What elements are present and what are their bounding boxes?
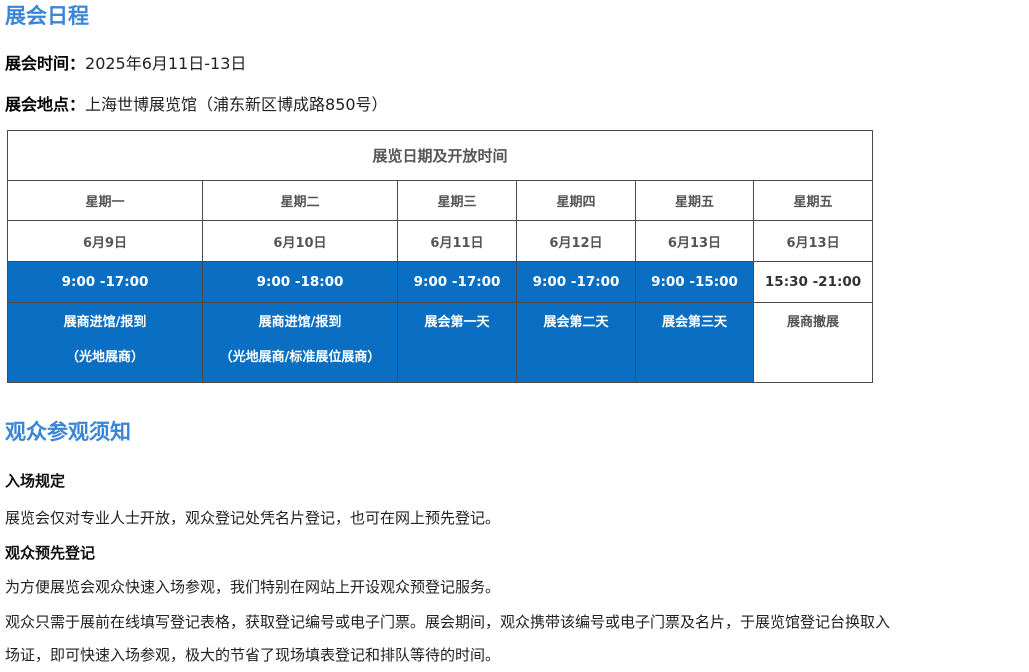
- schedule-table: 展览日期及开放时间 星期一 星期二 星期三 星期四 星期五 星期五 6月9日 6…: [6, 130, 874, 383]
- exhibition-time-value: 2025年6月11日-13日: [85, 54, 247, 73]
- time-cell: 9:00 -18:00: [202, 261, 398, 303]
- exhibition-venue-value: 上海世博展览馆（浦东新区博成路850号）: [85, 95, 388, 114]
- exhibition-venue: 展会地点：上海世博展览馆（浦东新区博成路850号）: [5, 97, 388, 114]
- day-cell: 星期五: [635, 180, 754, 221]
- notice-heading: 观众参观须知: [5, 420, 131, 444]
- date-cell: 6月11日: [397, 220, 517, 262]
- time-cell: 9:00 -17:00: [7, 261, 203, 303]
- preregistration-title: 观众预先登记: [5, 544, 96, 562]
- activity-cell: 展会第三天: [635, 302, 754, 383]
- entry-rules-title: 入场规定: [5, 472, 66, 490]
- day-cell: 星期二: [202, 180, 398, 221]
- date-cell: 6月12日: [516, 220, 636, 262]
- schedule-table-title: 展览日期及开放时间: [6, 130, 874, 181]
- activity-cell: 展商进馆/报到 （光地展商/标准展位展商）: [202, 302, 398, 383]
- activity-line: 展商撤展: [787, 315, 840, 330]
- date-cell: 6月13日: [752, 220, 874, 262]
- exhibition-venue-label: 展会地点：: [5, 95, 86, 114]
- date-cell: 6月9日: [7, 220, 203, 262]
- schedule-heading: 展会日程: [5, 4, 89, 28]
- activity-line: 展会第二天: [543, 315, 609, 330]
- preregistration-text: 为方便展览会观众快速入场参观，我们特别在网站上开设观众预登记服务。: [5, 578, 501, 596]
- activity-line: 展会第一天: [424, 315, 490, 330]
- time-cell: 9:00 -17:00: [397, 261, 517, 303]
- activity-cell: 展商进馆/报到 （光地展商）: [7, 302, 203, 383]
- activity-cell: 展会第二天: [516, 302, 636, 383]
- date-cell: 6月10日: [202, 220, 398, 262]
- exhibition-time-label: 展会时间：: [5, 54, 86, 73]
- activity-cell: 展会第一天: [397, 302, 517, 383]
- preregistration-detail-line2: 场证，即可快速入场参观，极大的节省了现场填表登记和排队等待的时间。: [5, 646, 501, 664]
- day-cell: 星期三: [397, 180, 517, 221]
- time-cell: 9:00 -17:00: [516, 261, 636, 303]
- activity-line: （光地展商）: [65, 350, 144, 365]
- activity-line: 展商进馆/报到: [63, 315, 147, 330]
- date-cell: 6月13日: [635, 220, 754, 262]
- exhibition-time: 展会时间：2025年6月11日-13日: [5, 56, 246, 73]
- preregistration-detail-line1: 观众只需于展前在线填写登记表格，获取登记编号或电子门票。展会期间，观众携带该编号…: [5, 613, 891, 631]
- activity-line: 展商进馆/报到: [258, 315, 342, 330]
- day-cell: 星期一: [7, 180, 203, 221]
- day-cell: 星期四: [516, 180, 636, 221]
- time-cell: 9:00 -15:00: [635, 261, 754, 303]
- day-cell: 星期五: [752, 180, 874, 221]
- activity-line: （光地展商/标准展位展商）: [219, 350, 381, 365]
- activity-cell: 展商撤展: [752, 302, 874, 383]
- activity-line: 展会第三天: [661, 315, 727, 330]
- entry-rules-text: 展览会仅对专业人士开放，观众登记处凭名片登记，也可在网上预先登记。: [5, 509, 501, 527]
- time-cell: 15:30 -21:00: [752, 261, 874, 303]
